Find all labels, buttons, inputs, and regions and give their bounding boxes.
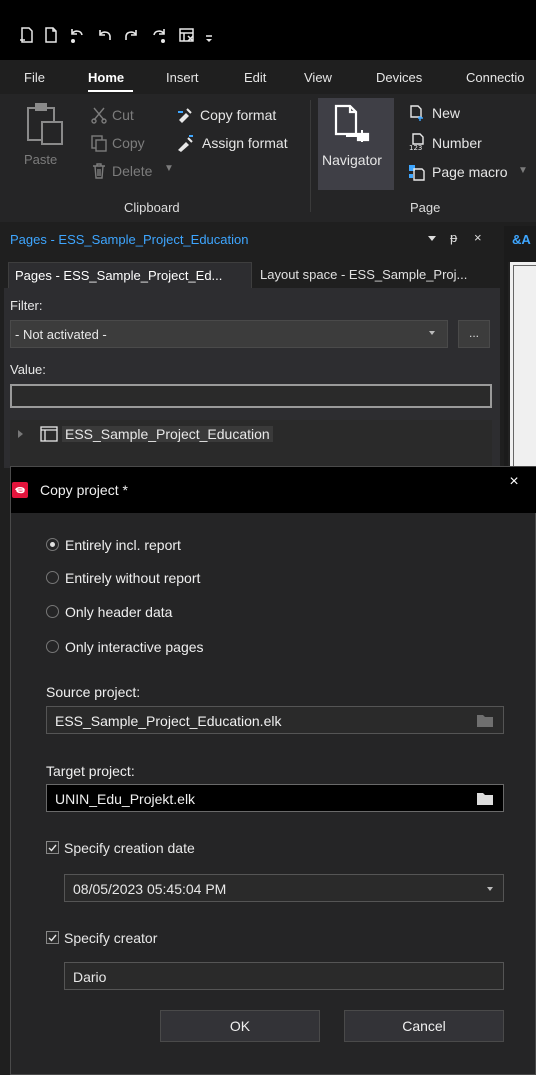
- filter-label: Filter:: [10, 298, 43, 313]
- chevron-down-icon[interactable]: ▼: [518, 165, 528, 176]
- pin-icon[interactable]: ᵽ: [450, 230, 457, 245]
- page-group-label: Page: [410, 200, 441, 215]
- tab-connections[interactable]: Connectio: [466, 70, 525, 85]
- navigator-icon: [332, 104, 376, 144]
- checkbox[interactable]: [46, 841, 59, 854]
- new-button[interactable]: New: [432, 105, 460, 121]
- tab-insert[interactable]: Insert: [166, 70, 199, 85]
- copy-button[interactable]: Copy: [112, 135, 145, 151]
- tab-layout-space[interactable]: Layout space - ESS_Sample_Proj...: [254, 262, 494, 288]
- value-label: Value:: [10, 362, 46, 377]
- new-page-icon[interactable]: [42, 26, 60, 44]
- redo-list-icon[interactable]: [150, 26, 168, 44]
- chevron-down-icon: [429, 331, 435, 335]
- menu-bar: File Home Insert Edit View Devices Conne…: [0, 60, 536, 94]
- radio-button[interactable]: [46, 538, 59, 551]
- creator-input[interactable]: Dario: [64, 962, 504, 990]
- filter-more-button[interactable]: ...: [458, 320, 490, 348]
- source-project-field: ESS_Sample_Project_Education.elk: [46, 706, 504, 734]
- page-macro-button[interactable]: Page macro: [432, 164, 507, 180]
- cancel-button[interactable]: Cancel: [344, 1010, 504, 1042]
- close-icon[interactable]: ×: [506, 474, 522, 490]
- ok-button[interactable]: OK: [160, 1010, 320, 1042]
- panel-close-icon[interactable]: ×: [474, 230, 482, 245]
- new-page-icon: [408, 104, 426, 122]
- ribbon-group-separator: [310, 100, 311, 212]
- tree-item-project[interactable]: ESS_Sample_Project_Education: [62, 426, 273, 442]
- project-icon: [40, 426, 58, 442]
- expand-icon[interactable]: [18, 430, 23, 438]
- source-project-label: Source project:: [46, 684, 141, 700]
- delete-button[interactable]: Delete: [112, 163, 152, 179]
- number-icon: 123: [408, 133, 426, 151]
- page-macro-icon: [408, 163, 426, 181]
- copy-format-button[interactable]: Copy format: [200, 107, 276, 123]
- filter-select[interactable]: - Not activated -: [10, 320, 448, 348]
- copy-icon: [90, 134, 108, 152]
- tab-file[interactable]: File: [24, 70, 45, 85]
- quick-access-toolbar: [0, 0, 536, 60]
- customize-toolbar-icon[interactable]: [202, 26, 220, 44]
- folder-icon[interactable]: [477, 792, 493, 805]
- pages-panel-header: Pages - ESS_Sample_Project_Education ᵽ ×: [0, 226, 504, 254]
- dialog-title: Copy project *: [40, 482, 128, 498]
- checkbox[interactable]: [46, 931, 59, 944]
- chevron-down-icon[interactable]: [487, 887, 493, 891]
- page-tree: ESS_Sample_Project_Education: [10, 420, 492, 466]
- assign-format-button[interactable]: Assign format: [202, 135, 288, 151]
- chevron-down-icon[interactable]: ▼: [164, 163, 174, 174]
- radio-button[interactable]: [46, 605, 59, 618]
- number-button[interactable]: Number: [432, 135, 482, 151]
- navigator-label: Navigator: [322, 152, 382, 168]
- app-logo-icon: [12, 482, 28, 498]
- redo-icon[interactable]: [122, 26, 140, 44]
- assign-format-icon: [176, 134, 194, 152]
- filter-value: - Not activated -: [15, 327, 107, 342]
- paste-icon[interactable]: [24, 102, 66, 146]
- svg-text:123: 123: [409, 144, 422, 151]
- creation-date-picker[interactable]: 08/05/2023 05:45:04 PM: [64, 874, 504, 902]
- tab-pages[interactable]: Pages - ESS_Sample_Project_Ed...: [8, 262, 252, 288]
- value-input[interactable]: [10, 384, 492, 408]
- active-tab-indicator: [88, 90, 133, 92]
- paste-label: Paste: [24, 152, 58, 167]
- copy-format-icon: [176, 106, 194, 124]
- cut-button[interactable]: Cut: [112, 107, 134, 123]
- target-project-label: Target project:: [46, 763, 135, 779]
- panel-menu-icon[interactable]: [428, 236, 436, 241]
- folder-icon: [477, 714, 493, 727]
- new-document-icon[interactable]: [18, 26, 36, 44]
- table-delete-icon[interactable]: [178, 26, 196, 44]
- cut-icon: [90, 106, 108, 124]
- document-tab[interactable]: &A: [512, 232, 531, 247]
- undo-icon[interactable]: [96, 26, 114, 44]
- trash-icon: [90, 162, 108, 180]
- tab-devices[interactable]: Devices: [376, 70, 422, 85]
- target-project-field[interactable]: UNIN_Edu_Projekt.elk: [46, 784, 504, 812]
- radio-button[interactable]: [46, 571, 59, 584]
- tab-view[interactable]: View: [304, 70, 332, 85]
- radio-button[interactable]: [46, 640, 59, 653]
- clipboard-group-label: Clipboard: [124, 200, 180, 215]
- tab-home[interactable]: Home: [88, 70, 124, 85]
- pages-panel-title: Pages - ESS_Sample_Project_Education: [10, 232, 249, 247]
- undo-list-icon[interactable]: [68, 26, 86, 44]
- tab-edit[interactable]: Edit: [244, 70, 266, 85]
- document-canvas-edge: [508, 262, 536, 466]
